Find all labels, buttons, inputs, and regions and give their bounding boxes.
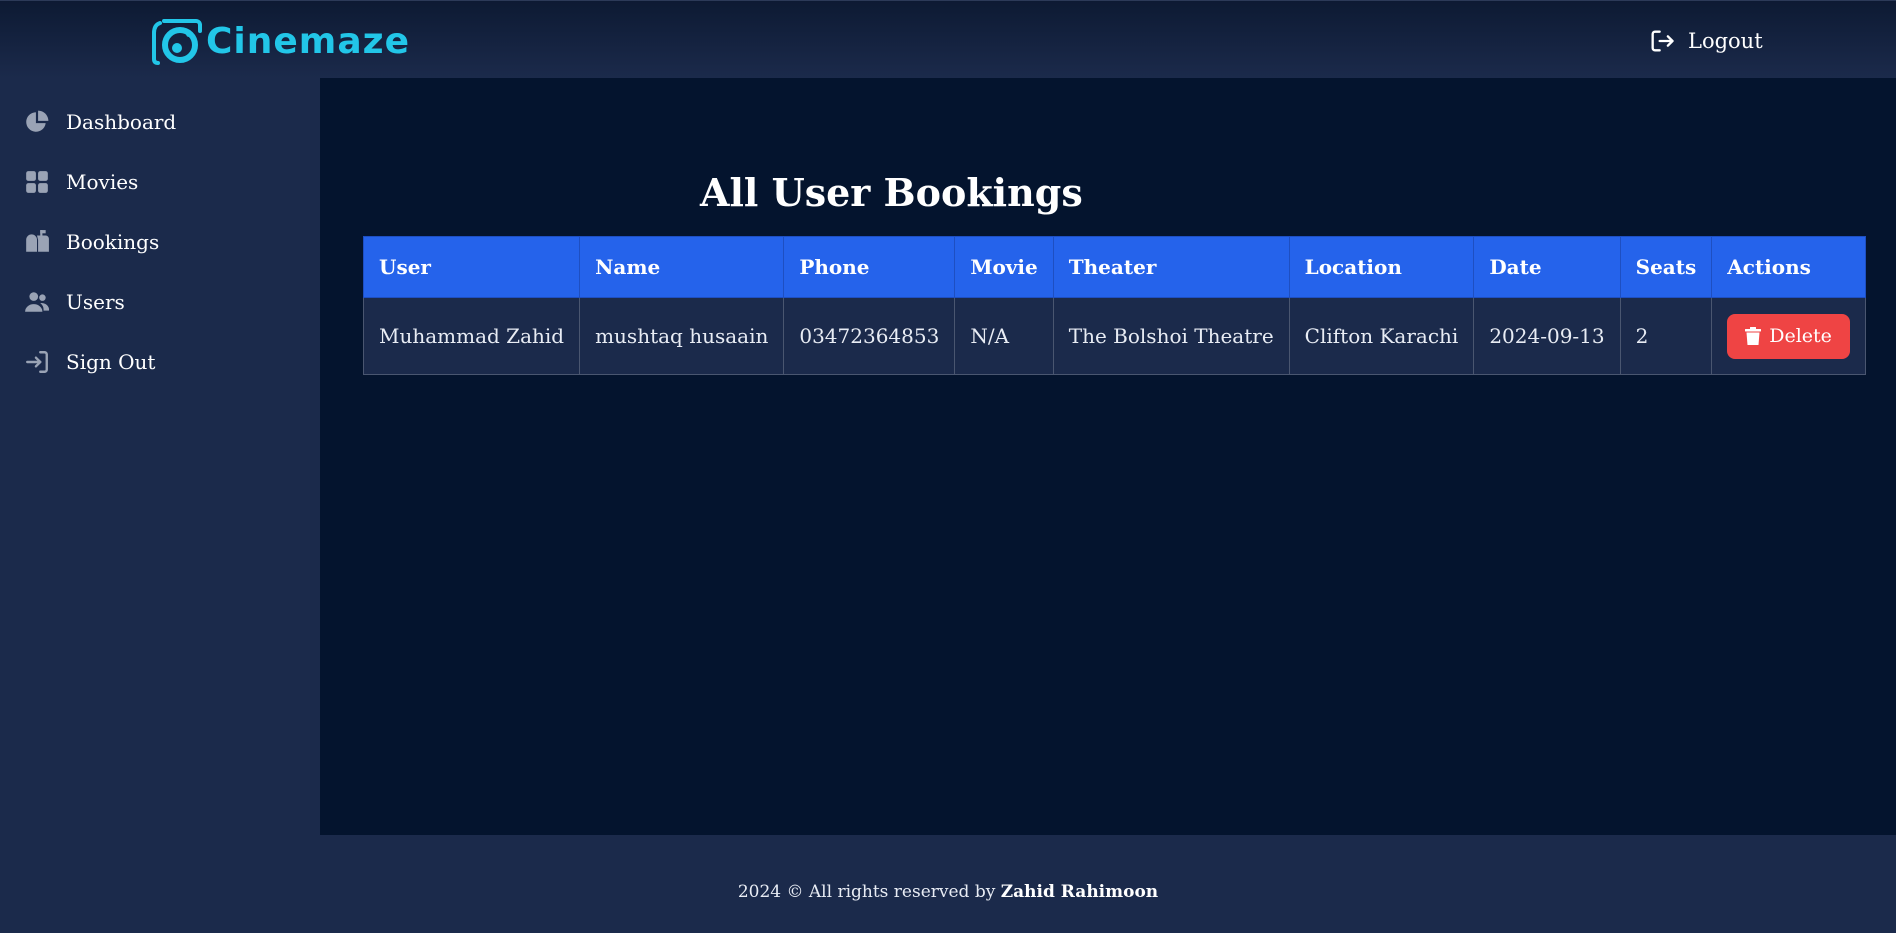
top-header: Cinemaze Logout [0,0,1896,78]
sidebar-item-label: Users [66,290,125,314]
column-header-actions: Actions [1711,236,1866,298]
cell-location: Clifton Karachi [1288,297,1475,375]
delete-label: Delete [1769,325,1832,347]
cell-date: 2024-09-13 [1473,297,1621,375]
sidebar: Dashboard Movies Bookings Users Sign Out [0,78,320,835]
grid-icon [26,171,48,193]
column-header-name: Name [579,236,785,298]
logout-icon [1651,30,1674,52]
column-header-location: Location [1288,236,1475,298]
page-footer: 2024 © All rights reserved by Zahid Rahi… [0,835,1896,933]
mailbox-icon [26,230,49,252]
cell-seats: 2 [1619,297,1713,375]
sidebar-item-label: Bookings [66,230,160,254]
sidebar-item-users[interactable]: Users [24,286,125,318]
cell-actions: Delete [1711,297,1866,375]
column-header-movie: Movie [954,236,1054,298]
sidebar-item-movies[interactable]: Movies [24,166,138,198]
main-content: All User Bookings User Name Phone Movie … [320,78,1896,835]
sidebar-item-sign-out[interactable]: Sign Out [24,346,155,378]
column-header-date: Date [1473,236,1621,298]
users-icon [25,292,50,312]
column-header-phone: Phone [783,236,956,298]
camera-logo-icon [152,19,202,65]
sidebar-item-bookings[interactable]: Bookings [24,226,159,258]
brand-logo[interactable]: Cinemaze [150,15,410,67]
trash-icon [1745,327,1762,345]
cell-phone: 03472364853 [783,297,956,375]
brand-name: Cinemaze [206,20,410,62]
sidebar-item-dashboard[interactable]: Dashboard [24,106,176,138]
copyright-prefix: 2024 © All rights reserved by [737,882,996,902]
bookings-table: User Name Phone Movie Theater Location D… [362,236,1866,375]
logout-button[interactable]: Logout [1648,25,1763,57]
logout-label: Logout [1688,29,1763,53]
cell-user: Muhammad Zahid [362,297,581,375]
cell-movie: N/A [954,297,1054,375]
sidebar-item-label: Sign Out [66,350,156,374]
pie-chart-icon [26,110,49,132]
delete-button[interactable]: Delete [1727,313,1850,359]
page-title: All User Bookings [700,170,1083,215]
sidebar-item-label: Movies [66,170,139,194]
cell-name: mushtaq husaain [579,297,785,375]
footer-author: Zahid Rahimoon [1000,882,1159,902]
column-header-theater: Theater [1052,236,1290,298]
sidebar-item-label: Dashboard [66,110,177,134]
column-header-seats: Seats [1619,236,1713,298]
table-header-row: User Name Phone Movie Theater Location D… [362,236,1866,298]
cell-theater: The Bolshoi Theatre [1052,297,1290,375]
copyright-text: 2024 © All rights reserved by Zahid Rahi… [0,882,1896,902]
column-header-user: User [362,236,581,298]
table-row: Muhammad Zahid mushtaq husaain 034723648… [362,297,1866,375]
sign-in-arrow-icon [26,351,48,373]
